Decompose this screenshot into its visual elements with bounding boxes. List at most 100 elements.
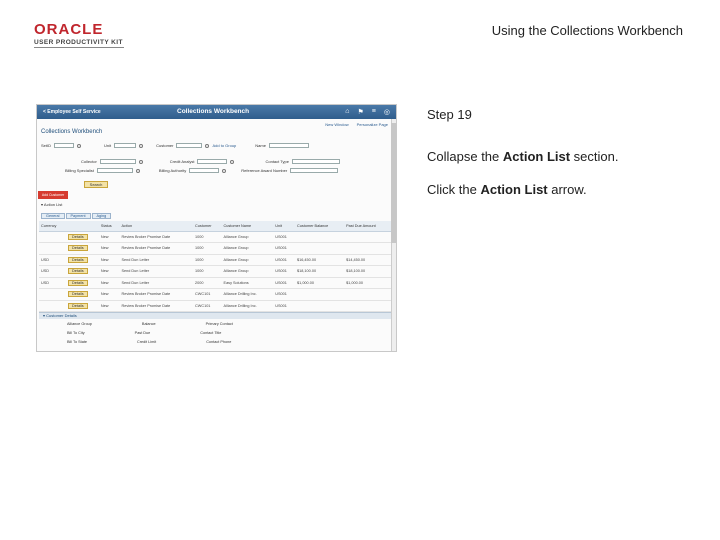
table-cell — [344, 242, 391, 255]
new-window-link[interactable]: New Window — [325, 122, 348, 127]
col-currency: Currency — [39, 221, 67, 232]
search-icon[interactable] — [139, 143, 144, 148]
table-cell: New — [98, 265, 120, 278]
compass-icon[interactable]: ◎ — [384, 108, 390, 116]
instruction-click-arrow: Click the Action List arrow. — [427, 182, 587, 197]
search-icon[interactable] — [205, 143, 210, 148]
table-cell: Alliance Drilling Inc. — [221, 288, 274, 301]
add-customer-button[interactable]: Add Customer — [38, 191, 68, 199]
table-cell: 1000 — [193, 265, 222, 278]
table-cell: New — [98, 277, 120, 289]
table-cell: CWC101 — [193, 288, 222, 301]
flag-icon[interactable]: ⚑ — [358, 108, 364, 116]
table-cell: Alliance Group — [221, 231, 274, 243]
tab-aging[interactable]: Aging — [91, 213, 112, 219]
search-icon[interactable] — [138, 159, 143, 164]
menu-icon[interactable]: ≡ — [372, 108, 376, 116]
search-icon[interactable] — [222, 168, 227, 173]
customer-field[interactable] — [176, 143, 203, 148]
award-number-field[interactable] — [290, 168, 339, 173]
details-button[interactable]: Details — [68, 302, 88, 309]
tab-payment[interactable]: Payment — [65, 213, 91, 219]
table-cell — [39, 231, 67, 243]
table-cell: Alliance Drilling Inc. — [221, 300, 274, 312]
table-cell: US001 — [273, 231, 296, 243]
page-title: Using the Collections Workbench — [491, 23, 683, 38]
filter-label: Reference Award Number — [241, 168, 288, 173]
details-button[interactable]: Details — [68, 233, 88, 240]
table-cell: New — [98, 254, 120, 266]
table-cell: Review Broker Promise Date — [119, 288, 194, 301]
table-cell — [344, 300, 391, 312]
table-cell: $1,000.00 — [344, 277, 391, 289]
details-button[interactable]: Details — [68, 256, 88, 263]
back-link[interactable]: < Employee Self Service — [43, 109, 101, 115]
table-cell — [39, 288, 67, 301]
search-icon[interactable] — [77, 143, 82, 148]
action-list-arrow[interactable]: ▾ Action List — [41, 202, 62, 207]
table-cell — [295, 300, 345, 312]
table-row: Details New Review Broker Promise Date CWC1… — [39, 288, 391, 301]
filter-label: Customer — [156, 143, 174, 148]
setid-field[interactable] — [54, 143, 75, 148]
filter-row-3: Billing Specialist Billing Authority Ref… — [41, 168, 339, 173]
filter-label: Billing Authority — [158, 168, 187, 173]
personalize-link[interactable]: Personalize Page — [357, 122, 388, 127]
table-cell — [344, 231, 391, 243]
table-cell: 1000 — [193, 254, 222, 266]
table-cell: $18,100.00 — [295, 265, 345, 278]
billing-specialist-field[interactable] — [96, 168, 133, 173]
step-number: Step 19 — [427, 107, 472, 122]
col-unit: Unit — [273, 221, 296, 232]
table-cell: US001 — [273, 288, 296, 301]
banner-title: Collections Workbench — [177, 108, 250, 115]
table-cell: USD — [39, 277, 67, 289]
table-cell — [39, 300, 67, 312]
credit-analyst-field[interactable] — [197, 159, 228, 164]
oracle-wordmark: ORACLE — [34, 21, 104, 38]
app-banner: < Employee Self Service Collections Work… — [37, 105, 396, 119]
table-cell: Review Broker Promise Date — [119, 300, 194, 312]
search-icon[interactable] — [135, 168, 140, 173]
table-cell: Send Dun Letter — [119, 265, 194, 278]
details-button[interactable]: Details — [68, 279, 88, 286]
details-button[interactable]: Details — [68, 245, 88, 252]
table-cell: $16,450.00 — [295, 254, 345, 266]
table-cell: US001 — [273, 254, 296, 266]
billing-authority-field[interactable] — [189, 168, 220, 173]
add-to-group-link[interactable]: Add to Group — [212, 143, 236, 148]
home-icon[interactable]: ⌂ — [345, 108, 349, 116]
scrollbar-thumb[interactable] — [391, 123, 396, 243]
action-list-grid: Currency Status Action Customer Customer… — [39, 221, 391, 312]
details-button[interactable]: Details — [68, 291, 88, 298]
col-action: Action — [119, 221, 194, 232]
table-cell: Alliance Group — [221, 242, 274, 255]
unit-field[interactable] — [114, 143, 137, 148]
tab-general[interactable]: General — [41, 213, 65, 219]
contact-type-field[interactable] — [291, 159, 340, 164]
table-cell: 1000 — [193, 231, 222, 243]
col-past-due: Past Due Amount — [344, 221, 391, 232]
top-links: New Window Personalize Page — [325, 122, 388, 127]
table-cell: USD — [39, 265, 67, 278]
name-field[interactable] — [268, 143, 309, 148]
customer-details-section[interactable]: ▾ Customer Details — [39, 312, 391, 319]
filter-label: Unit — [104, 143, 112, 148]
table-cell: US001 — [273, 265, 296, 278]
search-icon[interactable] — [230, 159, 235, 164]
oracle-upk-logo: ORACLE USER PRODUCTIVITY KIT — [34, 22, 134, 46]
table-cell: Easy Solutions — [221, 277, 274, 289]
table-cell: CWC101 — [193, 300, 222, 312]
table-cell: USD — [39, 254, 67, 266]
table-cell — [295, 231, 345, 243]
col-balance: Customer Balance — [295, 221, 345, 232]
collector-field[interactable] — [99, 159, 136, 164]
table-cell: $18,100.00 — [344, 265, 391, 278]
table-cell: New — [98, 300, 120, 312]
table-row: USD Details New Send Dun Letter 1000 Alliance… — [39, 254, 391, 266]
table-cell: New — [98, 242, 120, 255]
customer-detail-row: Alliance Group Balance Primary Contact — [67, 322, 233, 326]
search-button[interactable]: Search — [84, 181, 108, 188]
filter-label: SetID — [41, 143, 52, 148]
details-button[interactable]: Details — [68, 268, 88, 275]
